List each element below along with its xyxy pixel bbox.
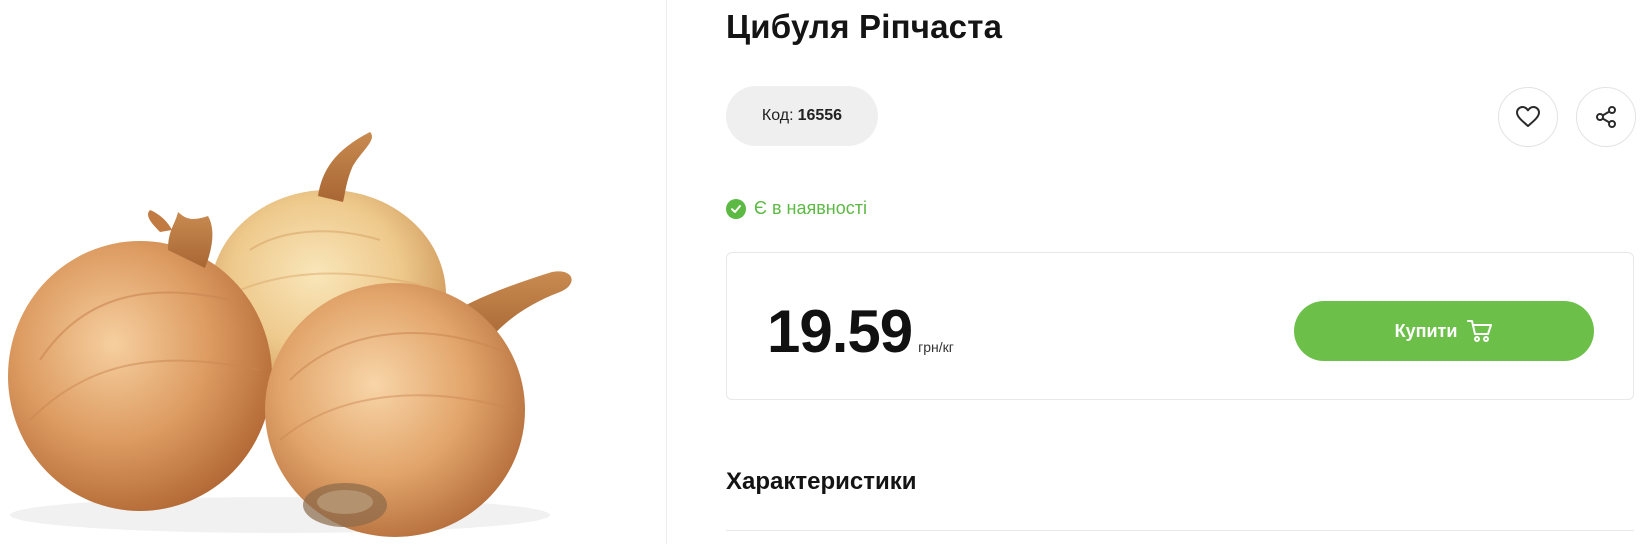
stock-status: Є в наявності <box>726 198 867 219</box>
share-button[interactable] <box>1576 87 1636 147</box>
price: 19.59 грн/кг <box>767 297 954 366</box>
heart-icon <box>1516 106 1540 127</box>
price-amount: 19.59 <box>767 298 913 365</box>
buy-button-label: Купити <box>1394 320 1458 341</box>
cart-icon <box>1467 320 1493 342</box>
section-divider <box>726 530 1634 531</box>
product-code-badge: Код: 16556 <box>726 86 878 146</box>
buy-button[interactable]: Купити <box>1294 301 1594 361</box>
product-image <box>0 0 666 544</box>
price-panel: 19.59 грн/кг Купити <box>726 252 1634 400</box>
share-icon <box>1596 106 1616 128</box>
column-divider <box>666 0 667 544</box>
price-unit: грн/кг <box>918 339 954 355</box>
product-title: Цибуля Ріпчаста <box>726 8 1003 45</box>
onions-illustration <box>8 132 572 537</box>
product-code-label: Код: <box>761 107 794 124</box>
favorite-button[interactable] <box>1498 87 1558 147</box>
check-circle-icon <box>726 198 746 219</box>
stock-status-text: Є в наявності <box>754 198 867 218</box>
product-code-value: 16556 <box>797 107 843 124</box>
characteristics-heading: Характеристики <box>726 468 917 495</box>
